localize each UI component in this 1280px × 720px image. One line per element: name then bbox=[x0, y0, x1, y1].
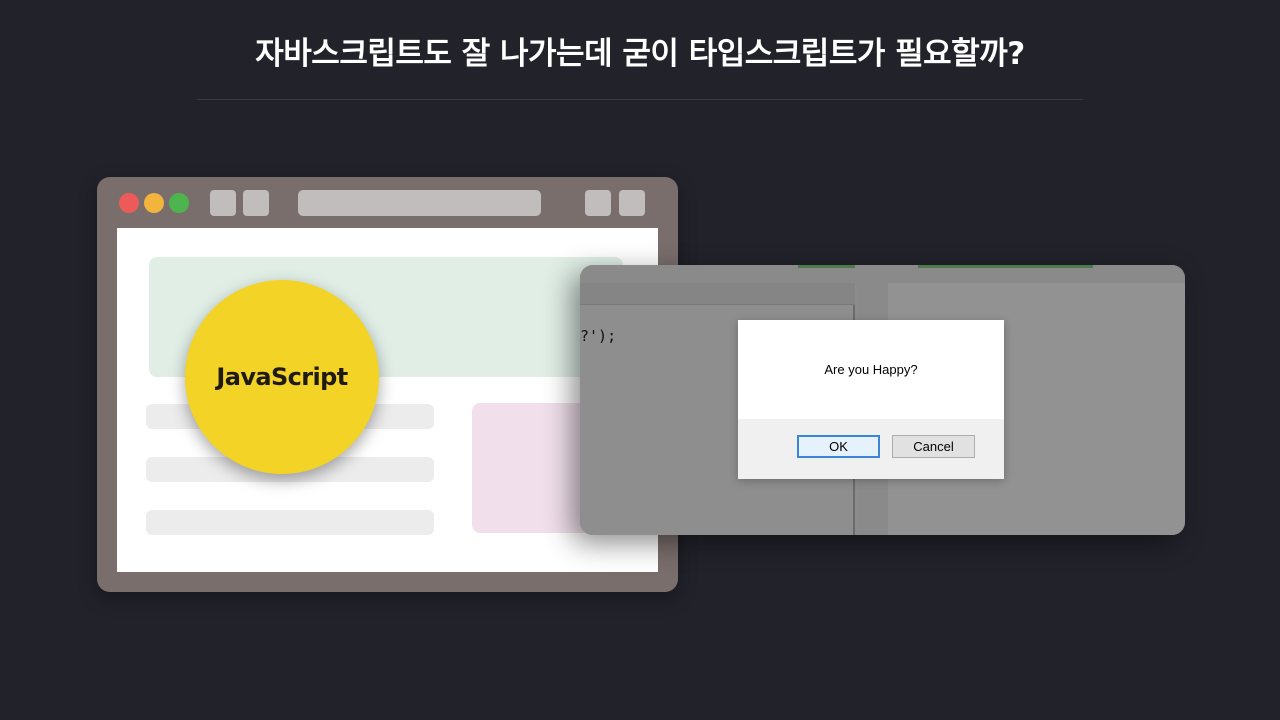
javascript-badge: JavaScript bbox=[185, 280, 379, 474]
active-tab-indicator bbox=[798, 265, 855, 268]
toolbar-button-placeholder bbox=[585, 190, 611, 216]
cancel-button[interactable]: Cancel bbox=[892, 435, 975, 458]
javascript-badge-label: JavaScript bbox=[216, 363, 348, 391]
dialog-button-bar: OK Cancel bbox=[738, 419, 1004, 479]
confirm-dialog: Are you Happy? OK Cancel bbox=[738, 320, 1004, 479]
pane-header bbox=[580, 283, 855, 305]
active-tab-indicator bbox=[918, 265, 1093, 268]
text-line-placeholder bbox=[146, 510, 434, 535]
headline-divider bbox=[197, 99, 1083, 100]
forward-button-placeholder bbox=[243, 190, 269, 216]
panel-top-strip bbox=[580, 265, 1185, 283]
address-bar-placeholder bbox=[298, 190, 541, 216]
dialog-message: Are you Happy? bbox=[824, 362, 918, 377]
code-snippet: ?'); bbox=[580, 327, 617, 345]
window-minimize-dot-icon bbox=[144, 193, 164, 213]
window-close-dot-icon bbox=[119, 193, 139, 213]
ok-button[interactable]: OK bbox=[797, 435, 880, 458]
back-button-placeholder bbox=[210, 190, 236, 216]
window-maximize-dot-icon bbox=[169, 193, 189, 213]
toolbar-button-placeholder bbox=[619, 190, 645, 216]
page-headline: 자바스크립트도 잘 나가는데 굳이 타입스크립트가 필요할까? bbox=[255, 36, 1025, 72]
